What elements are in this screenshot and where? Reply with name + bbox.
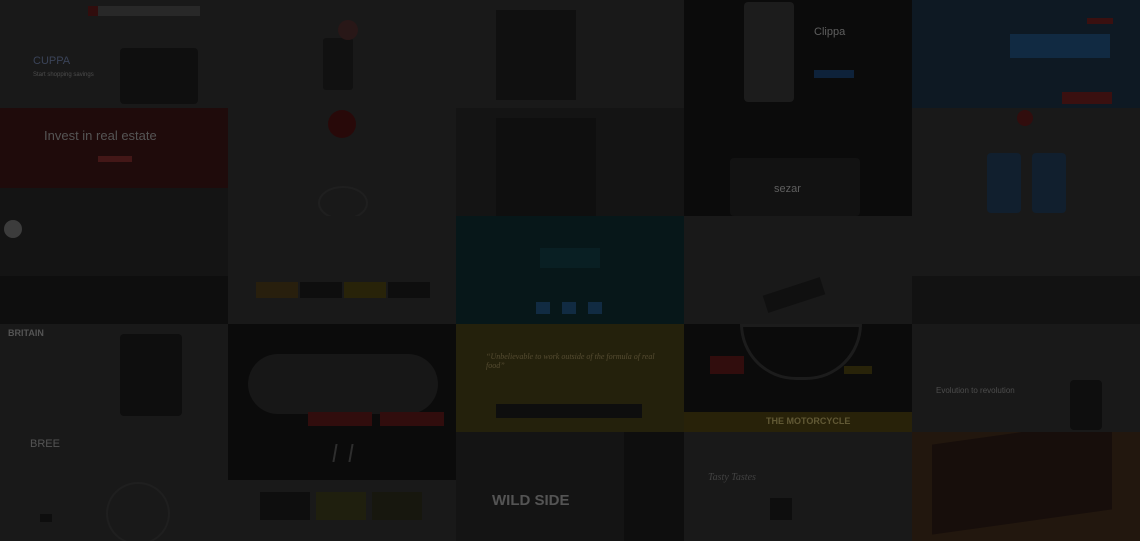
template-thumb-interior[interactable] [456, 0, 684, 108]
template-thumb-quote[interactable]: “Unbelievable to work outside of the for… [456, 324, 684, 432]
template-thumb-bree[interactable]: BREE [0, 432, 228, 541]
quote-text: “Unbelievable to work outside of the for… [486, 352, 655, 370]
template-thumb-motorbike[interactable] [912, 432, 1140, 541]
template-thumb-tasty[interactable]: Tasty Tastes [684, 432, 912, 541]
template-thumb-world-map[interactable] [228, 324, 456, 432]
template-thumb-phone-cable[interactable] [684, 216, 912, 324]
template-thumb-v-logo[interactable] [228, 432, 456, 541]
template-thumb-fashion[interactable] [456, 108, 684, 216]
cuppa-tagline: Start shopping savings [33, 72, 94, 78]
template-thumb-mountains[interactable] [0, 216, 228, 324]
template-thumb-invest[interactable]: Invest in real estate [0, 108, 228, 216]
template-gallery-grid: CUPPA Start shopping savings Clippa Inve… [0, 0, 1140, 541]
template-thumb-clippa[interactable]: Clippa [684, 0, 912, 108]
template-thumb-blue-site[interactable] [912, 0, 1140, 108]
invest-headline: Invest in real estate [44, 128, 157, 143]
template-thumb-phone-hand[interactable] [228, 0, 456, 108]
wild-title: WILD SIDE [492, 492, 570, 509]
template-thumb-britain[interactable]: BRITAIN [0, 324, 228, 432]
template-thumb-sezar[interactable]: sezar [684, 108, 912, 216]
template-thumb-teal[interactable] [456, 216, 684, 324]
template-thumb-ornament[interactable]: THE MOTORCYCLE [684, 324, 912, 432]
template-thumb-cuppa[interactable]: CUPPA Start shopping savings [0, 0, 228, 108]
cuppa-logo: CUPPA [33, 55, 71, 67]
motorcycle-title: THE MOTORCYCLE [766, 416, 851, 426]
template-thumb-wild-side[interactable]: WILD SIDE [456, 432, 684, 541]
template-thumb-evolution[interactable]: Evolution to revolution [912, 324, 1140, 432]
britain-logo: BRITAIN [8, 328, 44, 338]
bree-logo: BREE [30, 438, 60, 450]
template-thumb-app-screens[interactable] [912, 108, 1140, 216]
template-thumb-circles[interactable] [228, 108, 456, 216]
template-thumb-cityscape[interactable] [912, 216, 1140, 324]
tasty-title: Tasty Tastes [708, 472, 756, 483]
evolution-text: Evolution to revolution [936, 386, 1015, 395]
template-thumb-gallery[interactable] [228, 216, 456, 324]
sezar-title: sezar [774, 183, 801, 195]
clippa-title: Clippa [814, 26, 846, 38]
